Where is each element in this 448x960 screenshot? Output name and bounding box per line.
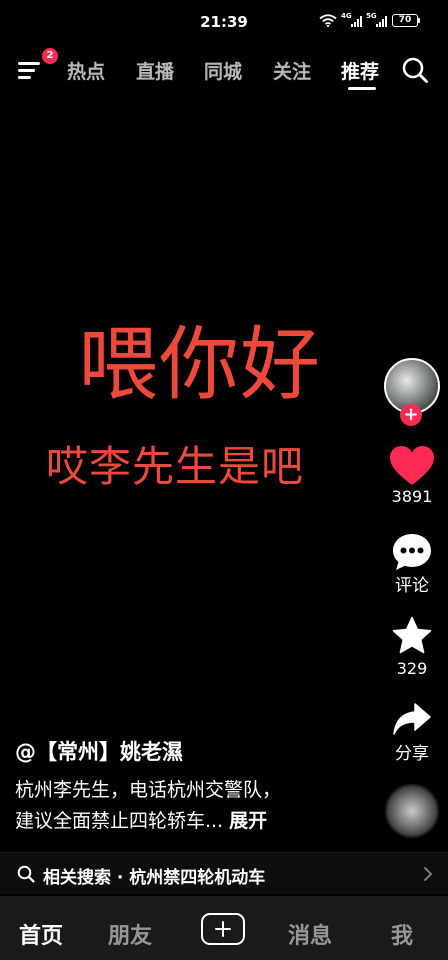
tab-live[interactable]: 直播 [136, 57, 174, 84]
search-icon [17, 865, 35, 883]
comment-label: 评论 [395, 576, 429, 596]
top-nav: 2 热点 直播 同城 关注 推荐 [0, 48, 448, 92]
related-search-text: 相关搜索 · 杭州禁四轮机动车 [43, 868, 266, 888]
nav-home[interactable]: 首页 [19, 918, 63, 950]
status-icons: 4G 5G 70 [319, 11, 420, 27]
share-label: 分享 [395, 744, 429, 764]
active-tab-indicator [348, 87, 376, 90]
video-caption-sub: 哎李先生是吧 [46, 442, 305, 491]
description-line-2-text: 建议全面禁止四轮轿车... [15, 810, 224, 832]
signal-5g-icon: 5G [366, 11, 387, 27]
notification-badge: 2 [42, 48, 58, 64]
description-line-2: 建议全面禁止四轮轿车... 展开 [15, 806, 365, 837]
description-line-1: 杭州李先生，电话杭州交警队， [15, 779, 282, 801]
author-name[interactable]: @【常州】姚老濕 [15, 736, 183, 766]
status-bar: 21:39 4G 5G 70 [0, 0, 448, 44]
like-count: 3891 [391, 487, 433, 506]
battery-level: 70 [392, 14, 418, 27]
battery-icon: 70 [392, 14, 420, 27]
chevron-right-icon [424, 867, 432, 881]
tab-recommend[interactable]: 推荐 [341, 57, 379, 84]
search-button[interactable] [401, 56, 429, 84]
tab-local[interactable]: 同城 [204, 57, 242, 84]
search-icon [402, 57, 428, 83]
create-post-button[interactable] [201, 913, 245, 945]
network-5g-label: 5G [366, 11, 377, 20]
video-caption-main: 喂你好 [78, 318, 321, 411]
comment-icon[interactable] [391, 532, 433, 572]
follow-plus-button[interactable]: + [400, 404, 422, 426]
wifi-icon [319, 14, 337, 27]
expand-link[interactable]: 展开 [229, 810, 267, 832]
nav-friends[interactable]: 朋友 [108, 918, 152, 950]
network-4g-label: 4G [341, 11, 352, 20]
music-disc[interactable] [385, 784, 439, 838]
post-description: 杭州李先生，电话杭州交警队， 建议全面禁止四轮轿车... 展开 [15, 775, 365, 837]
favorite-count: 329 [396, 659, 428, 678]
nav-messages[interactable]: 消息 [288, 918, 332, 950]
bottom-nav: 首页 朋友 消息 我 [0, 896, 448, 960]
star-icon[interactable] [391, 616, 433, 656]
tab-following[interactable]: 关注 [273, 57, 311, 84]
share-icon[interactable] [392, 702, 432, 738]
menu-button[interactable] [18, 58, 44, 80]
tab-hot[interactable]: 热点 [67, 57, 105, 84]
nav-me[interactable]: 我 [391, 918, 413, 950]
signal-4g-icon: 4G [341, 11, 362, 27]
related-search-bar[interactable]: 相关搜索 · 杭州禁四轮机动车 [0, 852, 448, 894]
heart-icon[interactable] [389, 445, 435, 487]
